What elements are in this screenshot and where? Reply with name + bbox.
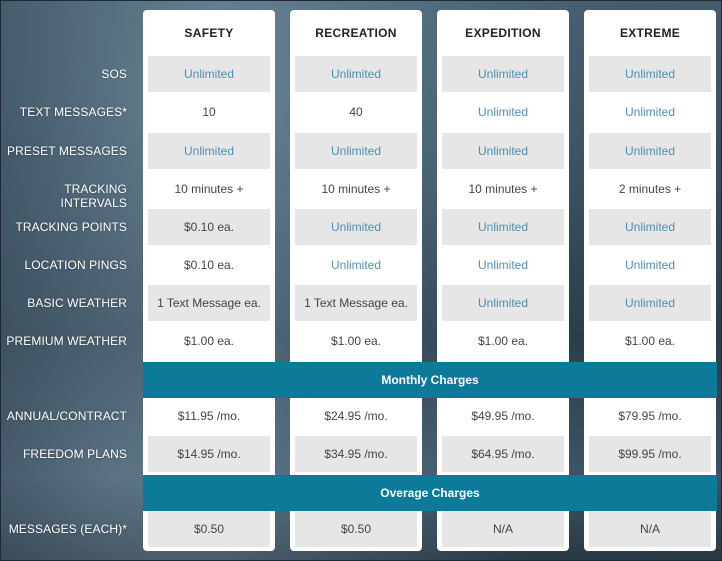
- cell-basic-weather-extreme: Unlimited: [589, 285, 711, 321]
- cell-preset-messages-recreation: Unlimited: [295, 133, 417, 169]
- cell-annual-contract-safety: $11.95 /mo.: [177, 409, 241, 423]
- cell-text-messages-extreme: Unlimited: [624, 105, 675, 119]
- cell-messages-each-expedition: N/A: [442, 511, 564, 547]
- cell-location-pings-recreation: Unlimited: [330, 258, 381, 272]
- row-label-premium-weather: PREMIUM WEATHER: [6, 334, 127, 348]
- plan-name-extreme: EXTREME: [619, 26, 681, 40]
- cell-tracking-points-extreme: Unlimited: [589, 209, 711, 245]
- row-label-tracking-intervals: TRACKING INTERVALS: [60, 182, 127, 210]
- cell-tracking-intervals-recreation: 10 minutes +: [321, 182, 391, 196]
- row-label-freedom-plans: FREEDOM PLANS: [23, 447, 127, 461]
- cell-messages-each-extreme: N/A: [589, 511, 711, 547]
- plan-column-extreme: EXTREME Unlimited Unlimited Unlimited 2 …: [584, 10, 716, 551]
- cell-preset-messages-extreme: Unlimited: [589, 133, 711, 169]
- cell-text-messages-expedition: Unlimited: [477, 105, 528, 119]
- cell-tracking-intervals-safety: 10 minutes +: [174, 182, 244, 196]
- cell-tracking-intervals-expedition: 10 minutes +: [468, 182, 538, 196]
- section-header-overage-charges: Overage Charges: [143, 475, 717, 511]
- row-label-text-messages: TEXT MESSAGES*: [19, 105, 127, 119]
- cell-freedom-plans-recreation: $34.95 /mo.: [295, 436, 417, 472]
- cell-premium-weather-safety: $1.00 ea.: [183, 334, 235, 348]
- plan-column-expedition: EXPEDITION Unlimited Unlimited Unlimited…: [437, 10, 569, 551]
- row-label-annual-contract: ANNUAL/CONTRACT: [6, 409, 127, 423]
- row-label-messages-each: MESSAGES (EACH)*: [8, 522, 127, 536]
- cell-sos-safety: Unlimited: [148, 56, 270, 92]
- row-label-preset-messages: PRESET MESSAGES: [7, 144, 127, 158]
- plan-name-recreation: RECREATION: [315, 26, 397, 40]
- section-header-monthly-charges: Monthly Charges: [143, 362, 717, 398]
- cell-premium-weather-expedition: $1.00 ea.: [477, 334, 529, 348]
- plan-column-safety: SAFETY Unlimited 10 Unlimited 10 minutes…: [143, 10, 275, 551]
- cell-location-pings-safety: $0.10 ea.: [183, 258, 235, 272]
- cell-tracking-points-safety: $0.10 ea.: [148, 209, 270, 245]
- cell-annual-contract-expedition: $49.95 /mo.: [471, 409, 535, 423]
- cell-location-pings-extreme: Unlimited: [624, 258, 675, 272]
- cell-annual-contract-recreation: $24.95 /mo.: [324, 409, 388, 423]
- row-label-basic-weather: BASIC WEATHER: [27, 296, 127, 310]
- cell-preset-messages-safety: Unlimited: [148, 133, 270, 169]
- cell-annual-contract-extreme: $79.95 /mo.: [618, 409, 682, 423]
- plan-name-expedition: EXPEDITION: [465, 26, 541, 40]
- cell-freedom-plans-extreme: $99.95 /mo.: [589, 436, 711, 472]
- cell-sos-expedition: Unlimited: [442, 56, 564, 92]
- cell-basic-weather-expedition: Unlimited: [442, 285, 564, 321]
- cell-tracking-points-expedition: Unlimited: [442, 209, 564, 245]
- cell-sos-recreation: Unlimited: [295, 56, 417, 92]
- cell-sos-extreme: Unlimited: [589, 56, 711, 92]
- plan-column-recreation: RECREATION Unlimited 40 Unlimited 10 min…: [290, 10, 422, 551]
- row-label-tracking-points: TRACKING POINTS: [15, 220, 127, 234]
- cell-messages-each-safety: $0.50: [148, 511, 270, 547]
- pricing-table: SOS TEXT MESSAGES* PRESET MESSAGES TRACK…: [0, 0, 722, 561]
- cell-premium-weather-recreation: $1.00 ea.: [330, 334, 382, 348]
- cell-text-messages-recreation: 40: [349, 105, 363, 119]
- cell-premium-weather-extreme: $1.00 ea.: [624, 334, 676, 348]
- cell-freedom-plans-safety: $14.95 /mo.: [148, 436, 270, 472]
- cell-text-messages-safety: 10: [202, 105, 216, 119]
- cell-tracking-intervals-extreme: 2 minutes +: [618, 182, 682, 196]
- cell-basic-weather-safety: 1 Text Message ea.: [148, 285, 270, 321]
- plan-name-safety: SAFETY: [184, 26, 234, 40]
- cell-location-pings-expedition: Unlimited: [477, 258, 528, 272]
- row-label-sos: SOS: [101, 67, 127, 81]
- cell-freedom-plans-expedition: $64.95 /mo.: [442, 436, 564, 472]
- row-label-location-pings: LOCATION PINGS: [24, 258, 127, 272]
- cell-messages-each-recreation: $0.50: [295, 511, 417, 547]
- cell-preset-messages-expedition: Unlimited: [442, 133, 564, 169]
- cell-tracking-points-recreation: Unlimited: [295, 209, 417, 245]
- cell-basic-weather-recreation: 1 Text Message ea.: [295, 285, 417, 321]
